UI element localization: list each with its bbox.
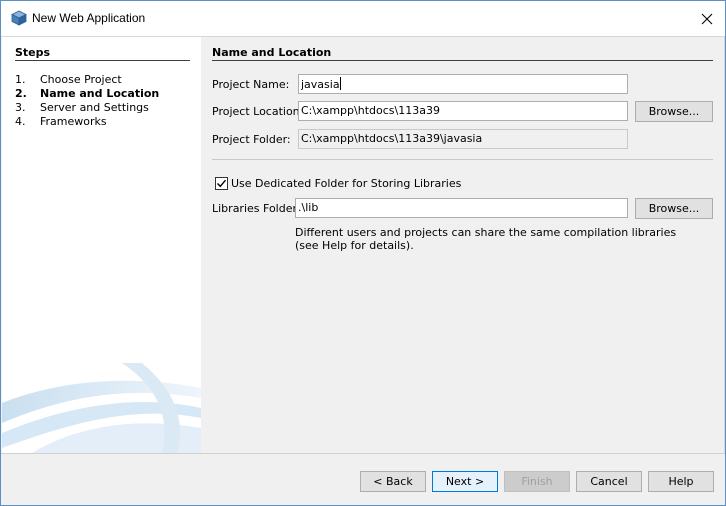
close-icon (701, 13, 713, 25)
section-heading: Name and Location (212, 46, 332, 59)
project-location-label: Project Location: (212, 105, 304, 118)
back-button[interactable]: < Back (360, 471, 426, 492)
step-number: 3. (15, 101, 26, 114)
cancel-button[interactable]: Cancel (576, 471, 642, 492)
panel-edge (724, 37, 725, 453)
text-caret (339, 77, 341, 90)
steps-heading: Steps (15, 46, 51, 59)
dedicated-folder-checkbox[interactable] (215, 177, 228, 190)
step-label: Name and Location (40, 87, 160, 100)
help-text-line: Different users and projects can share t… (295, 226, 677, 239)
steps-list: 1. Choose Project 2. Name and Location 3. S… (15, 73, 159, 129)
steps-panel: Steps 1. Choose Project 2. Name and Locati… (2, 37, 201, 453)
libraries-help-text: Different users and projects can share t… (295, 226, 676, 252)
decorative-swoosh-graphic (2, 363, 201, 453)
close-button[interactable] (693, 5, 721, 33)
dialog-window: New Web Application Steps 1. Choose Proje… (0, 0, 726, 506)
title-bar: New Web Application (1, 1, 725, 36)
project-location-input[interactable]: C:\xampp\htdocs\113a39 (298, 101, 628, 121)
project-name-label: Project Name: (212, 78, 290, 91)
step-frameworks: 4. Frameworks (15, 115, 159, 129)
steps-divider (15, 60, 190, 61)
netbeans-cube-icon (11, 10, 27, 26)
project-folder-field: C:\xampp\htdocs\113a39\javasia (298, 129, 628, 149)
dedicated-folder-label[interactable]: Use Dedicated Folder for Storing Librari… (231, 177, 461, 190)
section-separator (212, 159, 713, 160)
browse-libraries-button[interactable]: Browse... (635, 198, 713, 219)
project-name-input[interactable]: javasia (298, 74, 628, 94)
section-divider (212, 60, 713, 61)
browse-location-button[interactable]: Browse... (635, 101, 713, 122)
libraries-folder-input[interactable]: .\lib (295, 198, 628, 218)
help-button[interactable]: Help (648, 471, 714, 492)
button-bar-separator (1, 453, 725, 454)
step-server-and-settings: 3. Server and Settings (15, 101, 159, 115)
step-label: Server and Settings (40, 101, 149, 114)
step-number: 2. (15, 87, 27, 100)
name-and-location-panel: Name and Location Project Name: javasia … (201, 37, 725, 453)
step-name-and-location: 2. Name and Location (15, 87, 159, 101)
project-folder-label: Project Folder: (212, 133, 291, 146)
help-text-line: (see Help for details). (295, 239, 414, 252)
window-title: New Web Application (32, 11, 146, 25)
libraries-folder-label: Libraries Folder: (212, 202, 301, 215)
step-label: Frameworks (40, 115, 107, 128)
step-number: 4. (15, 115, 26, 128)
project-name-value: javasia (301, 78, 340, 91)
checkmark-icon (217, 179, 227, 188)
step-label: Choose Project (40, 73, 122, 86)
finish-button[interactable]: Finish (504, 471, 570, 492)
step-choose-project: 1. Choose Project (15, 73, 159, 87)
next-button[interactable]: Next > (432, 471, 498, 492)
step-number: 1. (15, 73, 26, 86)
